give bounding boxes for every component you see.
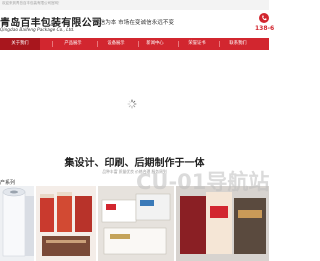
product-image-boxes[interactable] bbox=[98, 186, 174, 261]
slogan: 诚信为本 市场在变诚信永远不变 bbox=[94, 20, 175, 26]
product-image-roll[interactable] bbox=[0, 186, 34, 261]
nav-item-about[interactable]: 关于我们 bbox=[0, 38, 40, 50]
product-image-bags[interactable] bbox=[176, 186, 269, 261]
nav-item-equipment[interactable]: 设备展示 bbox=[98, 38, 134, 50]
loading-spinner-icon bbox=[127, 99, 137, 109]
product-image-cups[interactable] bbox=[36, 186, 96, 261]
nav-item-news[interactable]: 新闻中心 bbox=[139, 38, 171, 50]
welcome-text: 欢迎来到青岛百丰包装有限公司官网！ bbox=[2, 1, 62, 5]
phone-icon bbox=[259, 13, 269, 23]
nav-item-contact[interactable]: 联系我们 bbox=[220, 38, 256, 50]
watermark-text: CU-01导航站 bbox=[136, 170, 270, 194]
top-bar: 欢迎来到青岛百丰包装有限公司官网！ bbox=[0, 0, 269, 10]
main-nav: 关于我们 产品展示 设备展示 新闻中心 荣誉证书 联系我们 bbox=[0, 38, 269, 50]
company-name[interactable]: 青岛百丰包装有限公司 bbox=[0, 14, 102, 29]
company-name-english: Qingdao Baifeng Package Co., Ltd. bbox=[0, 28, 75, 33]
nav-item-honors[interactable]: 荣誉证书 bbox=[179, 38, 215, 50]
phone-number[interactable]: 138-6 bbox=[255, 25, 274, 32]
nav-item-products[interactable]: 产品展示 bbox=[53, 38, 93, 50]
product-section-title: 产系列 bbox=[0, 180, 16, 186]
